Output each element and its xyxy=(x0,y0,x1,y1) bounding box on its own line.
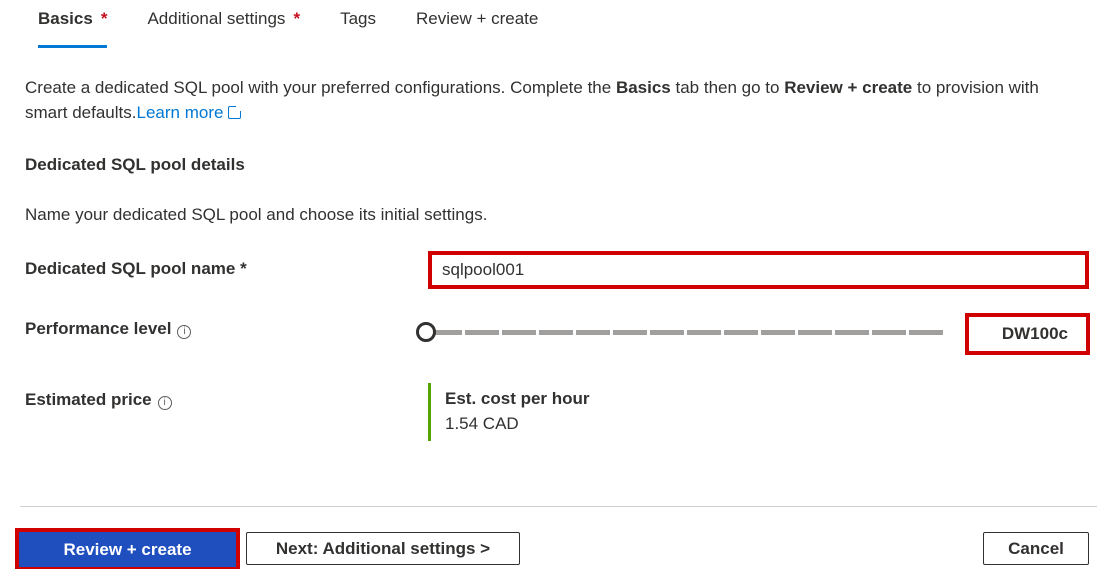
tab-label: Additional settings xyxy=(147,9,286,28)
footer-divider xyxy=(20,506,1097,507)
cancel-button[interactable]: Cancel xyxy=(983,532,1089,565)
pool-name-label: Dedicated SQL pool name * xyxy=(25,259,247,278)
review-create-highlight: Review + create xyxy=(15,528,240,569)
review-create-button[interactable]: Review + create xyxy=(19,532,236,567)
tab-label: Tags xyxy=(340,9,376,28)
section-description: Name your dedicated SQL pool and choose … xyxy=(25,205,488,224)
slider-thumb[interactable] xyxy=(416,322,436,342)
tab-basics[interactable]: Basics * xyxy=(38,8,108,48)
intro-part: tab then go to xyxy=(670,78,785,97)
performance-level-label: Performance level i xyxy=(25,319,192,339)
info-icon[interactable]: i xyxy=(157,396,172,410)
tab-additional-settings[interactable]: Additional settings * xyxy=(147,8,300,48)
slider-track[interactable] xyxy=(428,330,946,335)
estimated-price-text: Estimated price xyxy=(25,390,152,409)
intro-text: Create a dedicated SQL pool with your pr… xyxy=(25,75,1085,125)
pool-name-field-highlight xyxy=(428,251,1089,289)
required-marker: * xyxy=(293,9,301,28)
intro-bold-basics: Basics xyxy=(615,78,671,97)
tab-label: Review + create xyxy=(415,9,539,28)
tab-review-create[interactable]: Review + create xyxy=(416,8,538,48)
info-icon[interactable]: i xyxy=(177,325,192,339)
performance-slider[interactable] xyxy=(416,320,946,344)
next-additional-settings-button[interactable]: Next: Additional settings > xyxy=(246,532,520,565)
required-marker: * xyxy=(100,9,108,28)
performance-value: DW100c xyxy=(965,313,1090,355)
price-box: Est. cost per hour 1.54 CAD xyxy=(428,383,590,441)
tab-tags[interactable]: Tags xyxy=(340,8,376,48)
pool-name-input[interactable] xyxy=(432,255,1085,285)
external-link-icon[interactable] xyxy=(228,105,243,119)
intro-part: Create a dedicated SQL pool with your pr… xyxy=(25,78,616,97)
performance-level-text: Performance level xyxy=(25,319,172,338)
learn-more-link[interactable]: Learn more xyxy=(137,103,224,122)
estimated-price-label: Estimated price i xyxy=(25,390,172,410)
tab-label: Basics xyxy=(38,9,93,28)
tab-bar: Basics * Additional settings * Tags Review… xyxy=(38,8,578,48)
intro-bold-review: Review + create xyxy=(784,78,913,97)
price-value: 1.54 CAD xyxy=(445,414,519,433)
price-title: Est. cost per hour xyxy=(445,389,590,408)
section-title: Dedicated SQL pool details xyxy=(25,155,245,174)
